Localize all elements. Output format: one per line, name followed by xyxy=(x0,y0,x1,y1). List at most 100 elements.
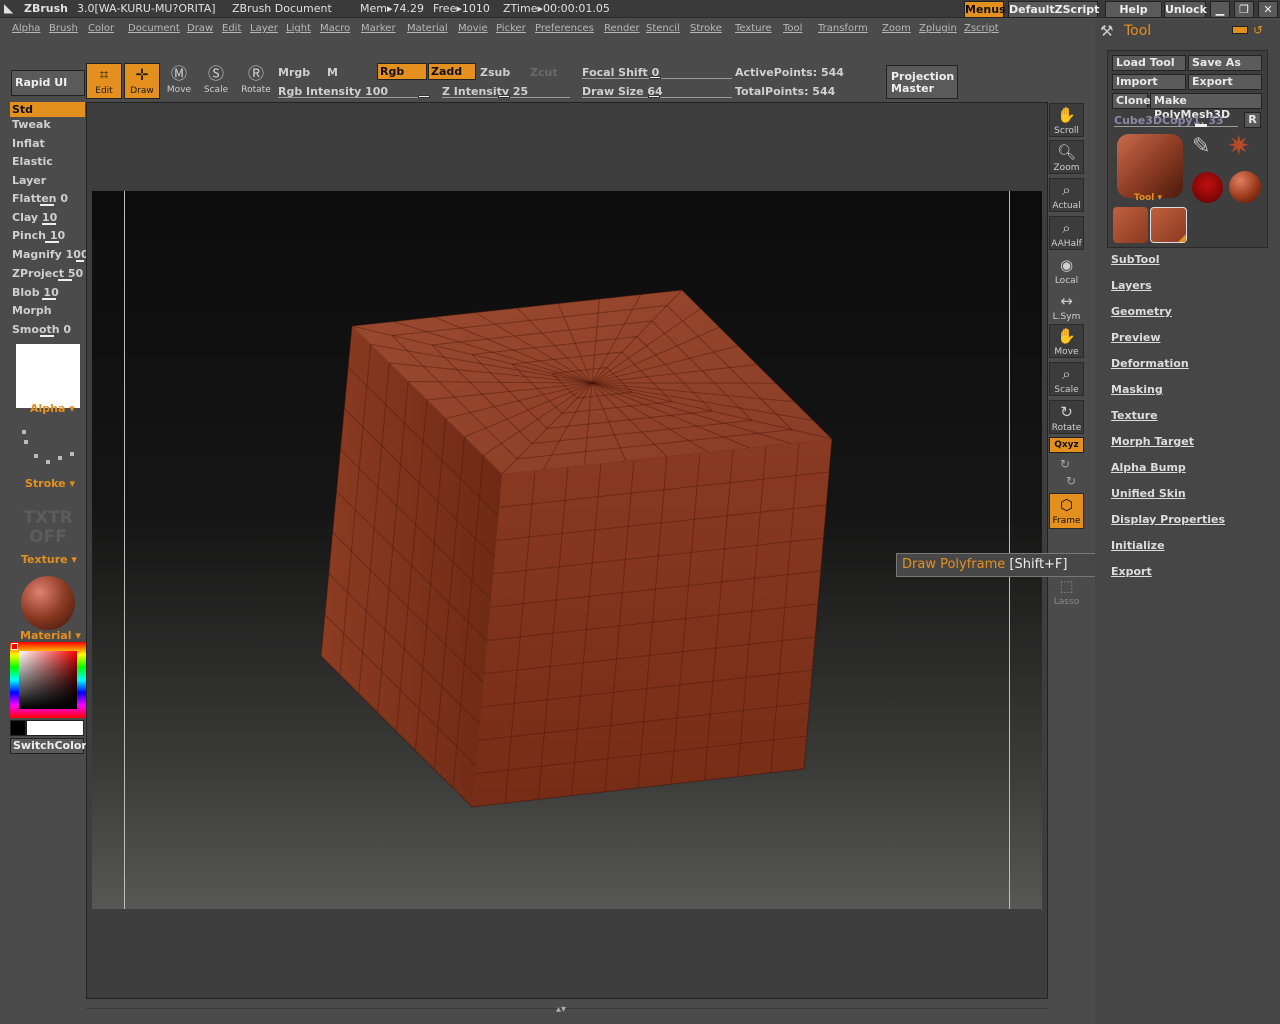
zoom-button[interactable]: 🔍︎ Zoom xyxy=(1049,140,1084,174)
default-zscript-button[interactable]: DefaultZScript xyxy=(1008,1,1099,18)
polymesh-cube[interactable] xyxy=(92,191,1042,909)
help-button[interactable]: Help xyxy=(1105,1,1162,18)
alpha-bump-section[interactable]: Alpha Bump xyxy=(1111,461,1186,474)
menu-material[interactable]: Material xyxy=(407,23,448,34)
unified-skin-section[interactable]: Unified Skin xyxy=(1111,487,1186,500)
color-picker-square[interactable] xyxy=(19,651,77,709)
brush-elastic[interactable]: Elastic xyxy=(12,155,53,168)
menu-edit[interactable]: Edit xyxy=(222,23,241,34)
lasso-button[interactable]: ⬚ Lasso xyxy=(1049,575,1084,609)
menus-button[interactable]: Menus xyxy=(964,1,1006,18)
canvas-viewport[interactable] xyxy=(92,191,1042,909)
actual-button[interactable]: ⌕ Actual xyxy=(1049,178,1084,212)
unlock-button[interactable]: Unlock xyxy=(1164,1,1207,18)
palette-pin-icon[interactable]: ↺ xyxy=(1253,23,1263,37)
menu-tool[interactable]: Tool xyxy=(783,23,802,34)
projection-master-button[interactable]: Projection Master xyxy=(886,65,958,99)
switchcolor-button[interactable]: SwitchColor xyxy=(10,738,87,754)
menu-marker[interactable]: Marker xyxy=(361,23,396,34)
tool-thumbnail-label[interactable]: Tool ▾ xyxy=(1134,193,1162,203)
qxyz-button[interactable]: Qxyz xyxy=(1049,437,1084,453)
brush-inflat[interactable]: Inflat xyxy=(12,137,45,150)
rotate-z-icon[interactable]: ↻ xyxy=(1066,474,1076,488)
menu-transform[interactable]: Transform xyxy=(818,23,868,34)
menu-zplugin[interactable]: Zplugin xyxy=(919,23,957,34)
aahalf-button[interactable]: ⌕ AAHalf xyxy=(1049,216,1084,250)
material-sphere[interactable] xyxy=(21,576,75,630)
local-button[interactable]: ◉ Local xyxy=(1049,254,1084,288)
lsym-button[interactable]: ↔ L.Sym xyxy=(1049,290,1084,324)
menu-stencil[interactable]: Stencil xyxy=(646,23,680,34)
menu-picker[interactable]: Picker xyxy=(496,23,526,34)
collapse-arrows-icon[interactable]: ▴▾ xyxy=(556,1004,566,1015)
simplebrush-tool-icon[interactable]: ✎ xyxy=(1192,134,1210,159)
move-button[interactable]: Ⓜ Move xyxy=(161,63,197,99)
import-button[interactable]: Import xyxy=(1112,74,1186,90)
stroke-dots-icon[interactable] xyxy=(20,428,76,468)
menu-draw[interactable]: Draw xyxy=(187,23,213,34)
scale-view-button[interactable]: ⌕ Scale xyxy=(1049,362,1084,396)
z-intensity-knob[interactable] xyxy=(498,95,510,98)
morph-target-section[interactable]: Morph Target xyxy=(1111,435,1194,448)
r-button[interactable]: R xyxy=(1244,112,1261,128)
color-picker-hue-ring[interactable] xyxy=(10,642,86,718)
restore-icon[interactable]: ❐ xyxy=(1234,1,1254,18)
initialize-section[interactable]: Initialize xyxy=(1111,539,1165,552)
menu-zoom[interactable]: Zoom xyxy=(882,23,911,34)
alpha-swatch[interactable] xyxy=(16,344,80,408)
export-button[interactable]: Export xyxy=(1188,74,1262,90)
zadd-button[interactable]: Zadd xyxy=(428,63,476,80)
rgb-button[interactable]: Rgb xyxy=(377,63,427,80)
menu-zscript[interactable]: Zscript xyxy=(964,23,999,34)
draw-button[interactable]: ✛ Draw xyxy=(124,63,160,99)
sphere-red-tool-icon[interactable] xyxy=(1192,172,1223,203)
menu-preferences[interactable]: Preferences xyxy=(535,23,594,34)
secondary-color-swatch[interactable] xyxy=(10,720,26,736)
palette-toggle-icon[interactable] xyxy=(1232,26,1248,34)
texture-off-swatch[interactable]: TXTR OFF xyxy=(22,509,74,547)
texture-label[interactable]: Texture ▾ xyxy=(21,553,77,566)
rotate-view-button[interactable]: ↻ Rotate xyxy=(1049,400,1084,434)
star-tool-icon[interactable]: ✷ xyxy=(1227,131,1250,161)
preview-section[interactable]: Preview xyxy=(1111,331,1161,344)
main-color-swatch[interactable] xyxy=(26,720,84,736)
menu-layer[interactable]: Layer xyxy=(250,23,278,34)
zsub-button[interactable]: Zsub xyxy=(480,66,510,79)
scroll-button[interactable]: ✋ Scroll xyxy=(1049,103,1084,137)
menu-stroke[interactable]: Stroke xyxy=(690,23,722,34)
deformation-section[interactable]: Deformation xyxy=(1111,357,1189,370)
edit-button[interactable]: ⌗ Edit xyxy=(86,63,122,99)
alpha-label[interactable]: Alpha ▾ xyxy=(30,402,75,415)
geometry-section[interactable]: Geometry xyxy=(1111,305,1172,318)
menu-macro[interactable]: Macro xyxy=(320,23,350,34)
minimize-icon[interactable]: ▁ xyxy=(1210,1,1230,18)
clone-button[interactable]: Clone xyxy=(1112,93,1151,109)
menu-render[interactable]: Render xyxy=(604,23,640,34)
rotate-y-icon[interactable]: ↻ xyxy=(1060,457,1070,471)
menu-alpha[interactable]: Alpha xyxy=(12,23,40,34)
texture-section[interactable]: Texture xyxy=(1111,409,1158,422)
make-polymesh-button[interactable]: Make PolyMesh3D xyxy=(1150,93,1262,121)
menu-light[interactable]: Light xyxy=(286,23,311,34)
rgb-intensity-knob[interactable] xyxy=(418,95,430,98)
stroke-label[interactable]: Stroke ▾ xyxy=(25,477,75,490)
material-label[interactable]: Material ▾ xyxy=(20,629,81,642)
brush-std[interactable]: Std xyxy=(10,102,85,117)
rapid-ui-button[interactable]: Rapid UI xyxy=(11,70,85,96)
menu-brush[interactable]: Brush xyxy=(49,23,78,34)
brush-layer[interactable]: Layer xyxy=(12,174,46,187)
brush-zproject[interactable]: ZProject 50 xyxy=(12,267,83,280)
masking-section[interactable]: Masking xyxy=(1111,383,1163,396)
focal-shift-knob[interactable] xyxy=(649,76,661,79)
subtool-section[interactable]: SubTool xyxy=(1111,253,1160,266)
menu-document[interactable]: Document xyxy=(128,23,180,34)
sphere-tool-icon[interactable] xyxy=(1229,171,1261,203)
draw-size-knob[interactable] xyxy=(648,95,660,98)
current-tool-knob[interactable] xyxy=(1195,124,1207,127)
cube-tool-icon[interactable] xyxy=(1113,207,1148,243)
brush-morph[interactable]: Morph xyxy=(12,304,52,317)
frame-button[interactable]: ⬡ Frame xyxy=(1049,493,1084,529)
menu-color[interactable]: Color xyxy=(88,23,114,34)
m-button[interactable]: M xyxy=(327,66,338,79)
close-icon[interactable]: ✕ xyxy=(1258,1,1278,18)
